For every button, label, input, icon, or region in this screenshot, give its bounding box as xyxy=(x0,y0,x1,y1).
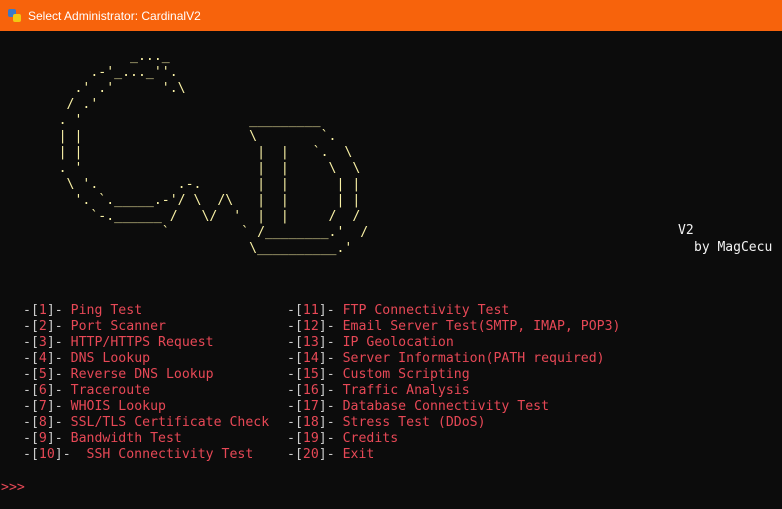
menu-item-label: Traceroute xyxy=(70,383,151,398)
window-titlebar[interactable]: Select Administrator: CardinalV2 xyxy=(0,0,782,31)
menu-item-number: 15 xyxy=(302,367,319,382)
menu-item-number: 16 xyxy=(302,383,319,398)
menu-item-number: 12 xyxy=(302,319,319,334)
ascii-banner: _..._ .-'_..._''. .' .' '.\ / .' . ' ___… xyxy=(58,49,369,256)
menu-item-label: DNS Lookup xyxy=(70,351,151,366)
menu-item-number: 3 xyxy=(38,335,47,350)
menu-item-label: Exit xyxy=(342,447,375,462)
menu-item-number: 5 xyxy=(38,367,47,382)
menu-item-label: IP Geolocation xyxy=(342,335,454,350)
menu-item-number: 6 xyxy=(38,383,47,398)
menu-item-label: Stress Test (DDoS) xyxy=(342,415,486,430)
menu-item-number: 11 xyxy=(302,303,319,318)
menu-item-label: FTP Connectivity Test xyxy=(342,303,510,318)
menu-item: -[16]- Traffic Analysis xyxy=(287,383,470,398)
menu-item: -[13]- IP Geolocation xyxy=(287,335,454,350)
menu-item-label: Bandwidth Test xyxy=(70,431,182,446)
menu-item-label: Database Connectivity Test xyxy=(342,399,550,414)
menu-item: -[6]- Traceroute xyxy=(23,383,151,398)
menu-item: -[19]- Credits xyxy=(287,431,399,446)
window-title: Select Administrator: CardinalV2 xyxy=(28,8,201,23)
menu-item: -[9]- Bandwidth Test xyxy=(23,431,182,446)
menu-item-label: Port Scanner xyxy=(70,319,166,334)
menu-item-label: Custom Scripting xyxy=(342,367,470,382)
python-icon xyxy=(8,9,21,22)
menu-right-column: -[11]- FTP Connectivity Test -[12]- Emai… xyxy=(287,303,621,463)
menu-item-label: SSH Connectivity Test xyxy=(86,447,254,462)
menu-item-label: Email Server Test(SMTP, IMAP, POP3) xyxy=(342,319,621,334)
menu-item-number: 18 xyxy=(302,415,319,430)
menu-item: -[18]- Stress Test (DDoS) xyxy=(287,415,486,430)
menu-item-number: 8 xyxy=(38,415,47,430)
menu-item-number: 7 xyxy=(38,399,47,414)
menu-item: -[2]- Port Scanner xyxy=(23,319,166,334)
menu-item-label: Traffic Analysis xyxy=(342,383,470,398)
menu-left-column: -[1]- Ping Test -[2]- Port Scanner -[3]-… xyxy=(23,303,269,463)
menu-item: -[4]- DNS Lookup xyxy=(23,351,151,366)
menu-item-number: 13 xyxy=(302,335,319,350)
menu-item-number: 2 xyxy=(38,319,47,334)
menu-item-number: 10 xyxy=(38,447,55,462)
menu-item: -[8]- SSL/TLS Certificate Check xyxy=(23,415,270,430)
menu-item: -[15]- Custom Scripting xyxy=(287,367,470,382)
menu-item: -[1]- Ping Test xyxy=(23,303,143,318)
menu-item-number: 14 xyxy=(302,351,319,366)
menu-item: -[5]- Reverse DNS Lookup xyxy=(23,367,214,382)
menu-item-label: HTTP/HTTPS Request xyxy=(70,335,214,350)
command-prompt[interactable]: >>> xyxy=(1,480,25,495)
menu-item: -[12]- Email Server Test(SMTP, IMAP, POP… xyxy=(287,319,621,334)
version-label: V2 xyxy=(678,223,694,238)
menu-item-number: 20 xyxy=(302,447,319,462)
menu-item-label: Server Information(PATH required) xyxy=(342,351,605,366)
menu-item-number: 17 xyxy=(302,399,319,414)
author-byline: by MagCecu xyxy=(694,240,773,255)
menu-item: -[11]- FTP Connectivity Test xyxy=(287,303,510,318)
menu-item: -[14]- Server Information(PATH required) xyxy=(287,351,605,366)
menu-item-number: 19 xyxy=(302,431,319,446)
menu-item-number: 4 xyxy=(38,351,47,366)
menu-item: -[20]- Exit xyxy=(287,447,375,462)
menu-item-label: WHOIS Lookup xyxy=(70,399,166,414)
menu-item: -[17]- Database Connectivity Test xyxy=(287,399,550,414)
menu-item-label: Reverse DNS Lookup xyxy=(70,367,214,382)
menu-item-label: SSL/TLS Certificate Check xyxy=(70,415,270,430)
menu-item: -[10]- SSH Connectivity Test xyxy=(23,447,254,462)
menu-item-label: Credits xyxy=(342,431,399,446)
menu-item: -[7]- WHOIS Lookup xyxy=(23,399,166,414)
menu-item-number: 9 xyxy=(38,431,47,446)
menu-item-number: 1 xyxy=(38,303,47,318)
menu-item-label: Ping Test xyxy=(70,303,143,318)
menu-item: -[3]- HTTP/HTTPS Request xyxy=(23,335,214,350)
